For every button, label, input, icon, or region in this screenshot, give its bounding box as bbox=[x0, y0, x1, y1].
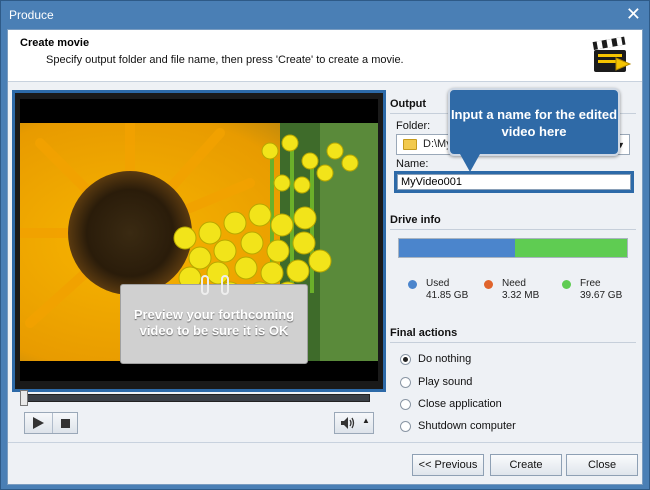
volume-icon[interactable] bbox=[340, 416, 356, 430]
name-callout-text: Input a name for the edited video here bbox=[450, 107, 618, 139]
header-title: Create movie bbox=[20, 37, 90, 49]
radio-label: Do nothing bbox=[418, 353, 472, 365]
play-icon bbox=[33, 417, 44, 429]
binder-ring-icon bbox=[201, 275, 209, 295]
dialog-client: Create movie Specify output folder and f… bbox=[7, 29, 643, 485]
playback-controls bbox=[24, 412, 78, 434]
drive-free-segment bbox=[515, 239, 627, 257]
radio-label: Shutdown computer bbox=[418, 420, 516, 432]
radio-close-application[interactable]: Close application bbox=[400, 396, 502, 412]
window-title: Produce bbox=[9, 8, 54, 22]
used-value: 41.85 GB bbox=[426, 290, 469, 301]
name-callout: Input a name for the edited video here bbox=[448, 88, 620, 156]
need-label: Need bbox=[502, 278, 526, 289]
title-bar: Produce ✕ bbox=[1, 1, 649, 29]
stop-icon bbox=[61, 418, 70, 428]
free-value: 39.67 GB bbox=[580, 290, 623, 301]
radio-label: Close application bbox=[418, 398, 502, 410]
free-label: Free bbox=[580, 278, 601, 289]
video-preview: Preview your forthcoming video to be sur… bbox=[20, 99, 378, 381]
radio-do-nothing[interactable]: Do nothing bbox=[400, 351, 471, 367]
free-legend-dot bbox=[562, 280, 571, 289]
close-button[interactable]: Close bbox=[566, 454, 638, 476]
need-legend: Need 3.32 MB bbox=[502, 278, 539, 302]
play-button[interactable] bbox=[25, 413, 51, 433]
final-actions-divider bbox=[390, 342, 636, 343]
free-legend: Free 39.67 GB bbox=[580, 278, 622, 302]
final-actions-section-title: Final actions bbox=[390, 327, 458, 339]
radio-button[interactable] bbox=[400, 376, 411, 388]
name-label: Name: bbox=[396, 158, 429, 170]
name-callout-tail bbox=[460, 154, 480, 172]
output-section-title: Output bbox=[390, 98, 427, 110]
drive-usage-bar bbox=[398, 238, 628, 258]
used-label: Used bbox=[426, 278, 450, 289]
header-subtitle: Specify output folder and file name, the… bbox=[46, 54, 404, 66]
volume-dropdown-icon[interactable]: ▲ bbox=[362, 416, 370, 425]
stop-button[interactable] bbox=[52, 413, 78, 433]
volume-control[interactable]: ▲ bbox=[334, 412, 374, 434]
radio-button[interactable] bbox=[400, 420, 411, 432]
footer-divider bbox=[8, 442, 642, 443]
preview-callout: Preview your forthcoming video to be sur… bbox=[120, 275, 308, 364]
used-legend-dot bbox=[408, 280, 417, 289]
folder-icon bbox=[403, 139, 417, 150]
used-legend: Used 41.85 GB bbox=[426, 278, 468, 302]
timeline-thumb[interactable] bbox=[20, 390, 28, 406]
radio-play-sound[interactable]: Play sound bbox=[400, 374, 472, 390]
need-legend-dot bbox=[484, 280, 493, 289]
timeline-slider[interactable] bbox=[22, 394, 370, 402]
drive-info-section-title: Drive info bbox=[390, 214, 441, 226]
name-input[interactable] bbox=[397, 174, 631, 190]
radio-shutdown-computer[interactable]: Shutdown computer bbox=[400, 418, 516, 434]
close-icon[interactable]: ✕ bbox=[626, 4, 641, 24]
previous-button[interactable]: << Previous bbox=[412, 454, 484, 476]
produce-window: Produce ✕ Create movie Specify output fo… bbox=[0, 0, 650, 490]
name-input-frame bbox=[394, 171, 634, 193]
preview-callout-text: Preview your forthcoming video to be sur… bbox=[133, 307, 295, 338]
clapperboard-icon bbox=[592, 36, 632, 72]
radio-label: Play sound bbox=[418, 376, 473, 388]
radio-button[interactable] bbox=[400, 398, 411, 410]
folder-label: Folder: bbox=[396, 120, 431, 132]
create-button[interactable]: Create bbox=[490, 454, 562, 476]
radio-button[interactable] bbox=[400, 353, 411, 365]
binder-ring-icon bbox=[221, 275, 229, 295]
dialog-header: Create movie Specify output folder and f… bbox=[8, 30, 642, 82]
drive-info-divider bbox=[390, 229, 636, 230]
video-preview-frame: Preview your forthcoming video to be sur… bbox=[12, 90, 386, 392]
need-value: 3.32 MB bbox=[502, 290, 540, 301]
drive-used-segment bbox=[399, 239, 516, 257]
